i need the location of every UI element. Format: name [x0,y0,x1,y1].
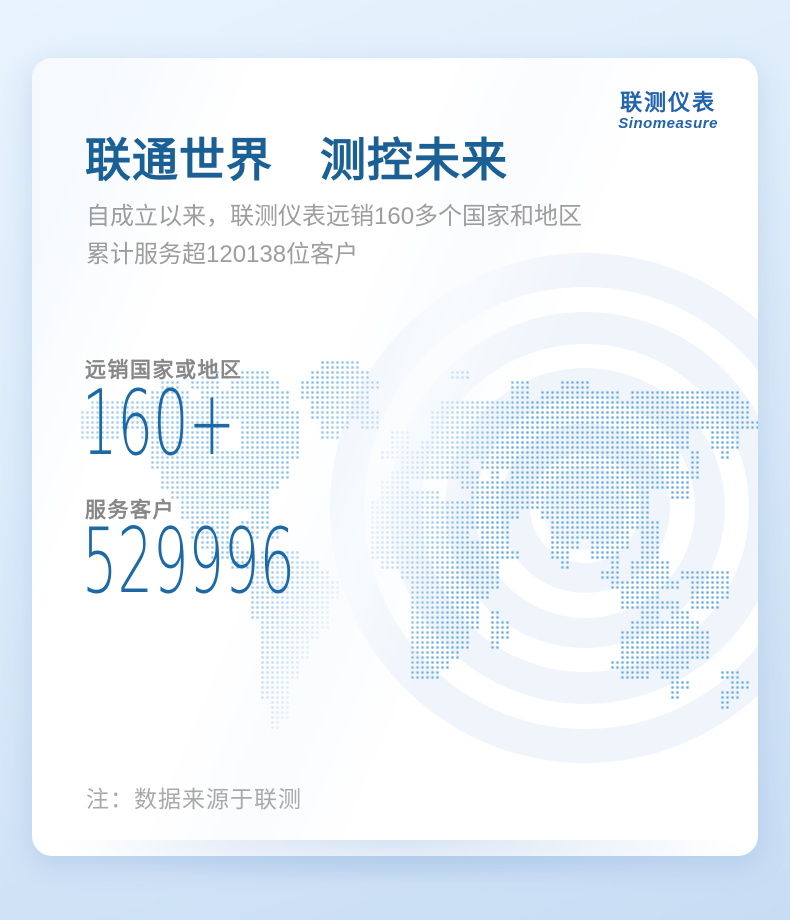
page-background: 联测仪表 Sinomeasure 联通世界 测控未来 自成立以来，联测仪表远销1… [0,0,790,920]
data-source-note: 注：数据来源于联测 [86,780,302,814]
brand-logo-english: Sinomeasure [618,115,718,133]
stat-countries-value: 160+ [82,379,235,469]
page-title: 联通世界 测控未来 [85,124,508,190]
stat-countries: 远销国家或地区 160+ [85,354,243,384]
subtitle-line-1: 自成立以来，联测仪表远销160多个国家和地区 [86,198,582,236]
stat-customers-value: 529996 [82,517,295,607]
brand-logo: 联测仪表 Sinomeasure [618,91,718,133]
stats-card: 联测仪表 Sinomeasure 联通世界 测控未来 自成立以来，联测仪表远销1… [32,58,758,856]
subtitle: 自成立以来，联测仪表远销160多个国家和地区 累计服务超120138位客户 [86,198,582,274]
brand-logo-chinese: 联测仪表 [618,91,718,115]
subtitle-line-2: 累计服务超120138位客户 [86,236,582,274]
stat-customers: 服务客户 529996 [85,494,175,524]
